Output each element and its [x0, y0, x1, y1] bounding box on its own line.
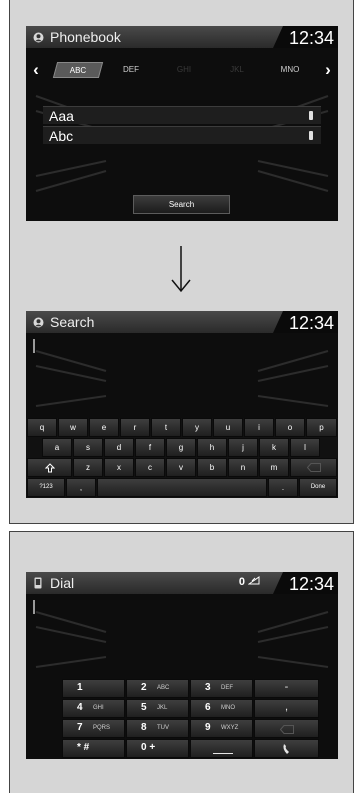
- mobile-phone-icon: [309, 131, 313, 140]
- clock-area: 12:34: [273, 26, 338, 48]
- chevron-left-icon[interactable]: ‹: [29, 61, 43, 79]
- clock: 12:34: [288, 574, 334, 594]
- key-j[interactable]: j: [228, 438, 258, 457]
- space-key[interactable]: [97, 478, 267, 497]
- backspace-key[interactable]: [290, 458, 337, 477]
- key-l[interactable]: l: [290, 438, 320, 457]
- screen-title: Phonebook: [50, 29, 121, 45]
- dial-key-9[interactable]: 9 WXYZ: [190, 719, 253, 738]
- key-z[interactable]: z: [73, 458, 103, 477]
- on-screen-keyboard: q w e r t y u i o p a s d f g h j k l z: [26, 418, 338, 498]
- search-button[interactable]: Search: [133, 195, 230, 214]
- call-icon: [283, 744, 289, 754]
- key-y[interactable]: y: [182, 418, 212, 437]
- screen-title: Dial: [50, 575, 75, 591]
- key-i[interactable]: i: [244, 418, 274, 437]
- dial-key-1[interactable]: 1: [62, 679, 125, 698]
- key-s[interactable]: s: [73, 438, 103, 457]
- dial-key-dash[interactable]: -: [254, 679, 319, 698]
- keyboard-row-4: ?123 , . Done: [26, 478, 338, 498]
- arrow-down-icon: [171, 246, 191, 293]
- clock: 12:34: [288, 313, 334, 333]
- keyboard-row-3: z x c v b n m: [26, 458, 338, 478]
- title-bar: Dial 0 12:34: [26, 572, 338, 594]
- screen-title: Search: [50, 314, 95, 330]
- key-c[interactable]: c: [135, 458, 165, 477]
- search-screen-icon: [32, 316, 44, 328]
- phone-icon: [32, 577, 44, 589]
- alphabet-tab-row: ‹ ABC DEF GHI JKL MNO ›: [26, 61, 338, 79]
- tab-jkl: JKL: [230, 65, 244, 74]
- tab-abc[interactable]: ABC: [52, 62, 104, 78]
- backspace-icon: [280, 725, 294, 734]
- dial-key-star-hash[interactable]: * #: [62, 739, 125, 758]
- key-n[interactable]: n: [228, 458, 258, 477]
- tab-def[interactable]: DEF: [108, 62, 154, 78]
- comma-key[interactable]: ,: [66, 478, 96, 497]
- tab-mno[interactable]: MNO: [267, 62, 313, 78]
- contact-name: Aaa: [49, 108, 74, 124]
- key-r[interactable]: r: [120, 418, 150, 437]
- dial-key-8[interactable]: 8 TUV: [126, 719, 189, 738]
- key-e[interactable]: e: [89, 418, 119, 437]
- dial-key-comma[interactable]: ,: [254, 699, 319, 718]
- key-p[interactable]: p: [306, 418, 337, 437]
- key-k[interactable]: k: [259, 438, 289, 457]
- contact-row[interactable]: Aaa: [43, 106, 321, 124]
- period-key[interactable]: .: [268, 478, 298, 497]
- key-a[interactable]: a: [42, 438, 72, 457]
- mobile-phone-icon: [309, 111, 313, 120]
- key-m[interactable]: m: [259, 458, 289, 477]
- key-g[interactable]: g: [166, 438, 196, 457]
- dial-screen: Dial 0 12:34 1 2 ABC 3 DEF - 4 GHI 5 JKL 6 MN…: [26, 572, 338, 759]
- clock-area: 12:34: [273, 311, 338, 333]
- key-d[interactable]: d: [104, 438, 134, 457]
- dial-key-6[interactable]: 6 MNO: [190, 699, 253, 718]
- dial-backspace-key[interactable]: [254, 719, 319, 738]
- keyboard-row-1: q w e r t y u i o p: [26, 418, 338, 438]
- key-t[interactable]: t: [151, 418, 181, 437]
- mode-key[interactable]: ?123: [27, 478, 65, 497]
- phonebook-icon: [32, 31, 44, 43]
- key-x[interactable]: x: [104, 458, 134, 477]
- contact-name: Abc: [49, 128, 74, 144]
- key-f[interactable]: f: [135, 438, 165, 457]
- status-indicator: 0: [239, 576, 260, 588]
- shift-key[interactable]: [27, 458, 72, 477]
- chevron-right-icon[interactable]: ›: [321, 61, 335, 79]
- dial-key-7[interactable]: 7 PQRS: [62, 719, 125, 738]
- call-button[interactable]: [254, 739, 319, 758]
- title-bar: Phonebook 12:34: [26, 26, 338, 48]
- dial-pad: 1 2 ABC 3 DEF - 4 GHI 5 JKL 6 MNO , 7 PQRS 8 TU…: [62, 679, 319, 759]
- contact-row[interactable]: Abc: [43, 126, 321, 144]
- dial-key-3[interactable]: 3 DEF: [190, 679, 253, 698]
- signal-icon: [247, 576, 260, 585]
- text-input-cursor[interactable]: [33, 339, 35, 353]
- phonebook-screen: Phonebook 12:34 ‹ ABC DEF GHI JKL MNO › …: [26, 26, 338, 221]
- dial-key-0[interactable]: 0 +: [126, 739, 189, 758]
- done-key[interactable]: Done: [299, 478, 337, 497]
- key-u[interactable]: u: [213, 418, 243, 437]
- dial-space-key[interactable]: [190, 739, 253, 758]
- number-input-cursor[interactable]: [33, 600, 35, 614]
- search-screen: Search 12:34 q w e r t y u i o p a s d f…: [26, 311, 338, 498]
- backspace-icon: [306, 463, 321, 472]
- key-b[interactable]: b: [197, 458, 227, 477]
- key-v[interactable]: v: [166, 458, 196, 477]
- clock-area: 12:34: [273, 572, 338, 594]
- key-q[interactable]: q: [27, 418, 57, 437]
- tab-ghi: GHI: [176, 65, 192, 74]
- keyboard-row-2: a s d f g h j k l: [26, 438, 338, 458]
- key-w[interactable]: w: [58, 418, 88, 437]
- dial-key-5[interactable]: 5 JKL: [126, 699, 189, 718]
- key-o[interactable]: o: [275, 418, 305, 437]
- title-bar: Search 12:34: [26, 311, 338, 333]
- key-h[interactable]: h: [197, 438, 227, 457]
- shift-icon: [44, 463, 55, 473]
- dial-key-4[interactable]: 4 GHI: [62, 699, 125, 718]
- clock: 12:34: [288, 28, 334, 48]
- dial-key-2[interactable]: 2 ABC: [126, 679, 189, 698]
